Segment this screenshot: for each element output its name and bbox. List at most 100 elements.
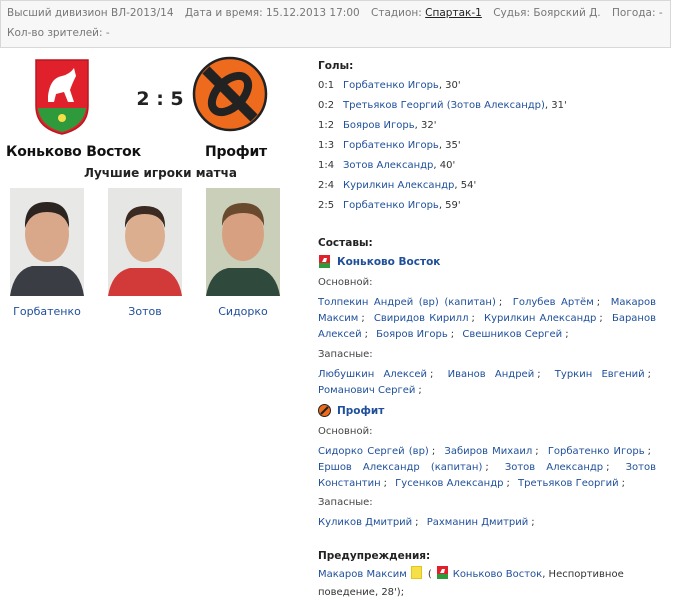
lineup-separator: ;: [430, 369, 434, 380]
goal-minute: , 30': [438, 80, 461, 91]
goal-minute: , 54': [454, 180, 477, 191]
lineup-separator: ;: [485, 462, 489, 473]
konkovo-crest-icon[interactable]: [32, 56, 92, 136]
player-photo[interactable]: [206, 188, 280, 296]
referee-label: Судья:: [493, 7, 531, 19]
lineup-player-link[interactable]: Зотов Александр: [505, 462, 603, 473]
lineup-player-link[interactable]: Голубев Артём: [513, 297, 594, 308]
konkovo-mini-crest-icon: [436, 566, 448, 579]
away-sub-players: Куликов Дмитрий; Рахманин Дмитрий;: [318, 515, 656, 531]
best-player-card[interactable]: Сидорко: [206, 188, 280, 318]
lineup-separator: ;: [647, 369, 651, 380]
home-lineup-team-name[interactable]: Коньково Восток: [337, 256, 440, 268]
lineup-player-link[interactable]: Ершов Александр (капитан): [318, 462, 482, 473]
best-player-name[interactable]: Сидорко: [206, 305, 280, 318]
away-subs-label: Запасные:: [318, 497, 373, 508]
lineup-separator: ;: [537, 369, 541, 380]
lineups-title: Составы:: [318, 237, 373, 249]
weather-value: -: [658, 7, 663, 19]
lineup-player-link[interactable]: Курилкин Александр: [484, 313, 596, 324]
goal-scorer-link[interactable]: Курилкин Александр: [343, 180, 454, 191]
lineup-separator: ;: [506, 478, 510, 489]
lineup-player-link[interactable]: Куликов Дмитрий: [318, 517, 412, 528]
lineup-player-link[interactable]: Свешников Сергей: [462, 329, 562, 340]
lineup-player-link[interactable]: Бояров Игорь: [376, 329, 448, 340]
lineup-separator: ;: [498, 297, 503, 308]
lineup-separator: ;: [647, 446, 652, 457]
lineup-separator: ;: [361, 313, 365, 324]
goal-scorer-link[interactable]: Горбатенко Игорь: [343, 140, 439, 151]
match-info-bar: Высший дивизион ВЛ-2013/14 Дата и время:…: [0, 0, 671, 48]
lineup-separator: ;: [535, 446, 539, 457]
lineup-player-link[interactable]: Романович Сергей: [318, 385, 415, 396]
goal-row: 0:2 Третьяков Георгий (Зотов Александр), …: [318, 100, 567, 111]
away-main-label: Основной:: [318, 426, 373, 437]
datetime-label: Дата и время:: [184, 7, 263, 19]
goal-minute: , 32': [414, 120, 437, 131]
goal-scorer-link[interactable]: Третьяков Георгий (Зотов Александр): [343, 100, 545, 111]
warning-team-link[interactable]: Коньково Восток: [453, 569, 542, 580]
home-main-label: Основной:: [318, 277, 373, 288]
home-lineup-team[interactable]: Коньково Восток: [318, 255, 440, 268]
profit-crest-icon[interactable]: [192, 56, 268, 132]
away-lineup-team[interactable]: Профит: [318, 404, 384, 417]
goal-score: 0:1: [318, 80, 335, 91]
away-lineup-team-name[interactable]: Профит: [337, 405, 384, 417]
goal-scorer-link[interactable]: Горбатенко Игорь: [343, 200, 439, 211]
best-player-name[interactable]: Зотов: [108, 305, 182, 318]
referee-value: Боярский Д.: [533, 7, 601, 19]
lineup-player-link[interactable]: Рахманин Дмитрий: [427, 517, 529, 528]
best-player-name[interactable]: Горбатенко: [10, 305, 84, 318]
stadium-link[interactable]: Спартак-1: [425, 7, 482, 19]
goal-minute: , 59': [438, 200, 461, 211]
goal-row: 2:5 Горбатенко Игорь, 59': [318, 200, 461, 211]
stadium-label: Стадион:: [371, 7, 422, 19]
datetime-value: 15.12.2013 17:00: [265, 7, 360, 19]
goal-row: 1:3 Горбатенко Игорь, 35': [318, 140, 461, 151]
goal-row: 0:1 Горбатенко Игорь, 30': [318, 80, 461, 91]
goal-score: 2:4: [318, 180, 335, 191]
match-score: 2 : 5: [136, 88, 184, 110]
player-photo[interactable]: [108, 188, 182, 296]
match-summary: 2 : 5 Коньково Восток Профит Лучшие игро…: [0, 52, 300, 352]
home-team-name[interactable]: Коньково Восток: [6, 144, 141, 160]
home-sub-players: Любушкин Алексей; Иванов Андрей; Туркин …: [318, 367, 656, 399]
warnings-title: Предупреждения:: [318, 550, 431, 562]
goal-scorer-link[interactable]: Бояров Игорь: [343, 120, 415, 131]
lineup-player-link[interactable]: Сидорко Сергей (вр): [318, 446, 429, 457]
goal-score: 2:5: [318, 200, 335, 211]
lineup-player-link[interactable]: Забиров Михаил: [444, 446, 532, 457]
warning-player-link[interactable]: Макаров Максим: [318, 569, 407, 580]
lineup-separator: ;: [383, 478, 387, 489]
player-photo[interactable]: [10, 188, 84, 296]
profit-mini-crest-icon: [318, 404, 331, 417]
lineup-player-link[interactable]: Горбатенко Игорь: [548, 446, 645, 457]
lineup-separator: ;: [621, 478, 625, 489]
best-player-card[interactable]: Зотов: [108, 188, 182, 318]
goal-score: 1:3: [318, 140, 335, 151]
lineup-player-link[interactable]: Иванов Андрей: [448, 369, 535, 380]
away-team-name[interactable]: Профит: [205, 144, 267, 160]
goal-scorer-link[interactable]: Горбатенко Игорь: [343, 80, 439, 91]
yellow-card-icon: [410, 566, 422, 579]
lineup-separator: ;: [431, 446, 436, 457]
warning-paren: (: [427, 569, 432, 580]
lineup-player-link[interactable]: Свиридов Кирилл: [374, 313, 469, 324]
goal-scorer-link[interactable]: Зотов Александр: [343, 160, 433, 171]
goal-row: 2:4 Курилкин Александр, 54': [318, 180, 476, 191]
home-main-players: Толпекин Андрей (вр) (капитан); Голубев …: [318, 295, 656, 343]
lineup-player-link[interactable]: Гусенков Александр: [395, 478, 503, 489]
goals-title: Голы:: [318, 60, 354, 72]
lineup-player-link[interactable]: Третьяков Георгий: [518, 478, 619, 489]
lineup-separator: ;: [415, 517, 419, 528]
best-player-card[interactable]: Горбатенко: [10, 188, 84, 318]
lineup-separator: ;: [596, 297, 601, 308]
lineup-player-link[interactable]: Туркин Евгений: [555, 369, 645, 380]
weather-label: Погода:: [612, 7, 656, 19]
lineup-player-link[interactable]: Толпекин Андрей (вр) (капитан): [318, 297, 496, 308]
goal-score: 1:2: [318, 120, 335, 131]
lineup-separator: ;: [471, 313, 475, 324]
lineup-player-link[interactable]: Любушкин Алексей: [318, 369, 427, 380]
goal-minute: , 40': [433, 160, 456, 171]
away-main-players: Сидорко Сергей (вр); Забиров Михаил; Гор…: [318, 444, 656, 492]
